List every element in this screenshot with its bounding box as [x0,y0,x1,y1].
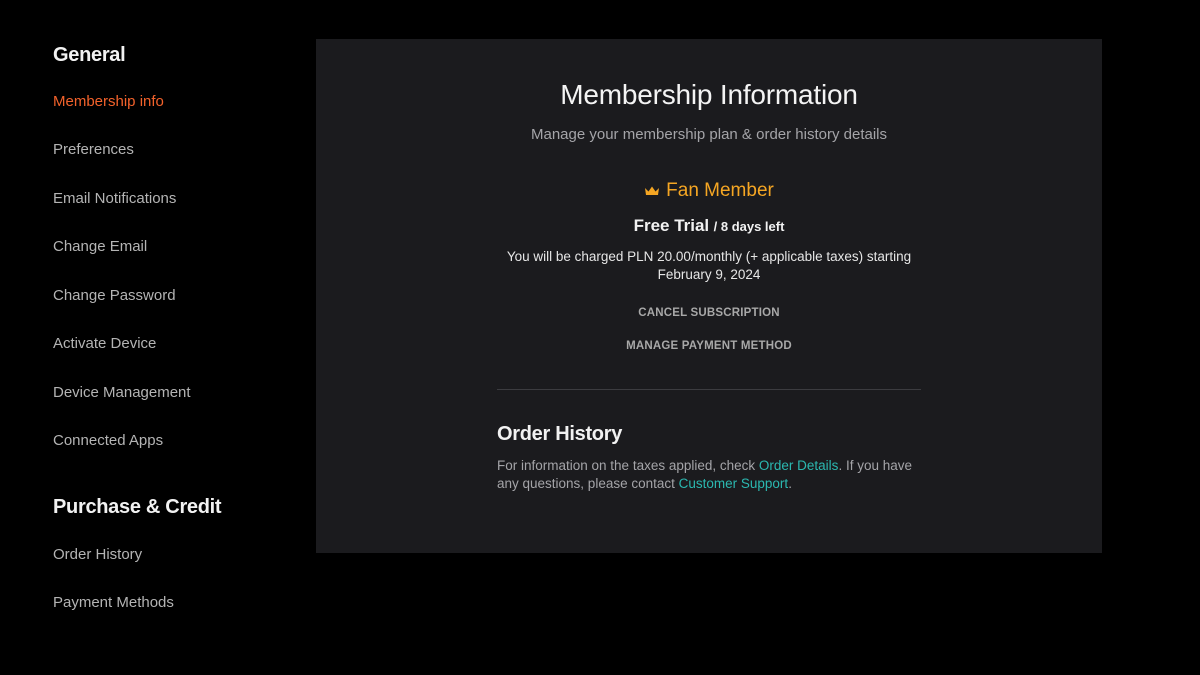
membership-panel: Membership Information Manage your membe… [316,39,1102,553]
sidebar-item-membership-info[interactable]: Membership info [53,93,164,110]
crown-icon [645,186,660,195]
trial-status-label: Free Trial [633,216,710,235]
trial-days-left: / 8 days left [713,219,785,234]
page-subtitle: Manage your membership plan & order hist… [530,126,887,143]
cancel-subscription-button[interactable]: CANCEL SUBSCRIPTION [316,307,1102,319]
order-text-part: . [788,476,792,491]
order-history-text: For information on the taxes applied, ch… [497,457,917,493]
sidebar-item-order-history[interactable]: Order History [53,546,142,563]
plan-name-label: Fan Member [666,180,774,201]
sidebar-item-connected-apps[interactable]: Connected Apps [53,432,163,449]
trial-status: Free Trial / 8 days left [316,216,1102,236]
sidebar-item-device-management[interactable]: Device Management [53,384,191,401]
sidebar-item-change-email[interactable]: Change Email [53,238,147,255]
order-text-part: For information on the taxes applied, ch… [497,458,759,473]
section-title-purchase-credit: Purchase & Credit [53,496,222,518]
customer-support-link[interactable]: Customer Support [679,476,789,491]
sidebar-item-payment-methods[interactable]: Payment Methods [53,594,174,611]
page-title: Membership Information [560,79,858,110]
charge-info: You will be charged PLN 20.00/monthly (+… [506,249,912,282]
order-details-link[interactable]: Order Details [759,458,839,473]
divider [497,389,921,390]
manage-payment-method-button[interactable]: MANAGE PAYMENT METHOD [316,340,1102,352]
sidebar-item-change-password[interactable]: Change Password [53,287,176,304]
sidebar-item-preferences[interactable]: Preferences [53,141,134,158]
order-history-title: Order History [497,423,623,445]
plan-name: Fan Member [316,180,1102,202]
sidebar-item-activate-device[interactable]: Activate Device [53,335,156,352]
section-title-general: General [53,44,126,66]
sidebar-item-email-notifications[interactable]: Email Notifications [53,190,176,207]
